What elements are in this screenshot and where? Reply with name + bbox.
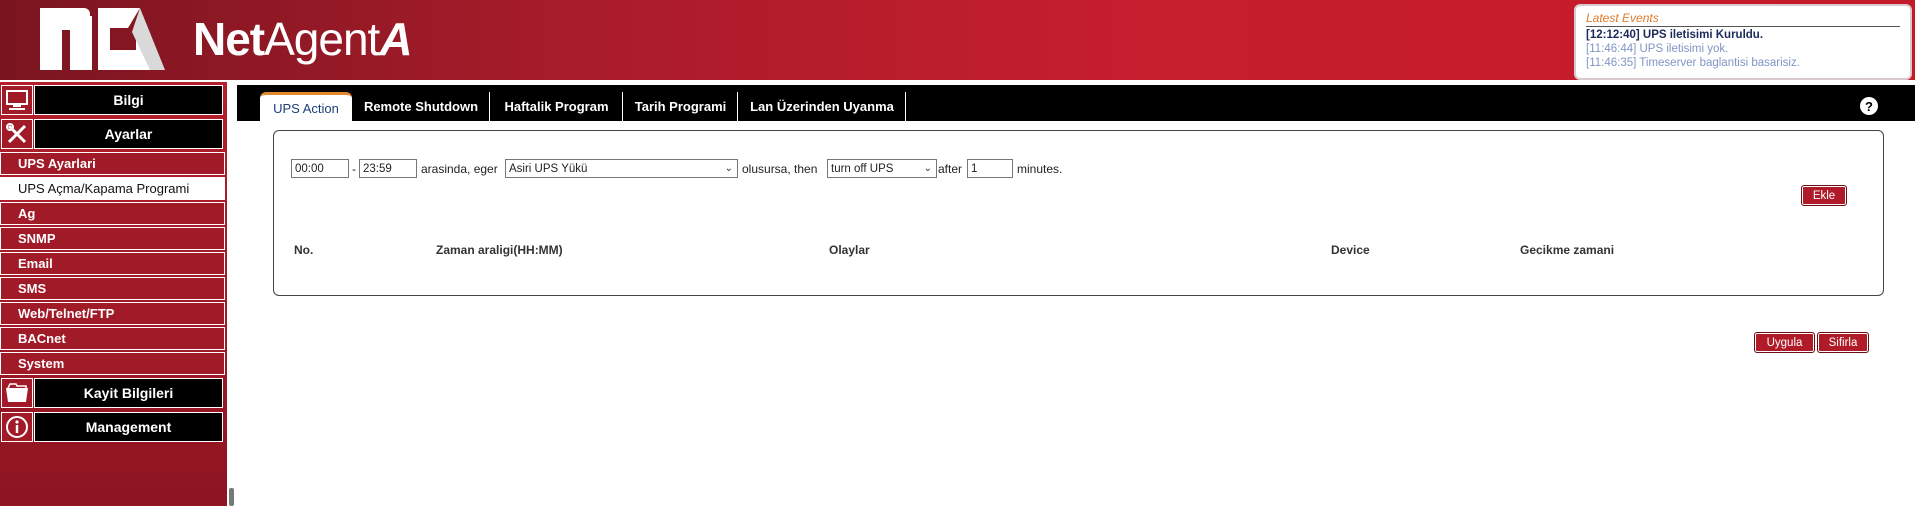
sidebar-head-management[interactable]: Management [0,411,225,443]
sidebar-item-ups-ayarlari[interactable]: UPS Ayarlari [0,152,225,175]
column-header-delay: Gecikme zamani [1520,243,1615,257]
tools-icon [1,119,33,149]
event-line: [11:46:35] Timeserver baglantisi basaris… [1586,57,1800,69]
event-select-value: Asiri UPS Yükü [509,162,588,175]
time-range-dash: - [352,162,356,176]
sidebar-item-bacnet[interactable]: BACnet [0,327,225,350]
after-label: after [938,162,963,176]
netagent-logo-icon [40,8,165,70]
sidebar-item-ups-acma-kapama[interactable]: UPS Açma/Kapama Programi [0,177,225,200]
column-header-no: No. [294,243,314,257]
apply-button[interactable]: Uygula [1754,332,1815,353]
reset-button[interactable]: Sifirla [1817,332,1869,353]
olusursa-label: olusursa, then [742,162,818,176]
folder-icon [1,378,33,408]
sidebar-scrollbar-track[interactable] [227,82,235,506]
tab-tarih-programi[interactable]: Tarih Programi [624,92,738,121]
sidebar-item-snmp[interactable]: SNMP [0,227,225,250]
sidebar-head-kayit[interactable]: Kayit Bilgileri [0,377,225,409]
start-time-input[interactable] [291,159,349,178]
help-icon[interactable]: ? [1860,97,1878,115]
sidebar-head-label: Bilgi [34,85,223,115]
event-line: [11:46:44] UPS iletisimi yok. [1586,43,1729,55]
tab-haftalik-program[interactable]: Haftalik Program [491,92,623,121]
arasinda-label: arasinda, eger [421,162,498,176]
sidebar-head-label: Management [34,412,223,442]
tab-lan-uzerinden-uyanma[interactable]: Lan Üzerinden Uyanma [739,92,906,121]
latest-events-panel: Latest Events [12:12:40] UPS iletisimi K… [1574,4,1912,80]
latest-events-title: Latest Events [1586,11,1900,27]
sidebar-head-label: Ayarlar [34,119,223,149]
sidebar-item-sms[interactable]: SMS [0,277,225,300]
top-header: NetAgentA Latest Events [12:12:40] UPS i… [0,0,1915,80]
minutes-label: minutes. [1017,162,1063,176]
sidebar-item-web-telnet-ftp[interactable]: Web/Telnet/FTP [0,302,225,325]
delay-input[interactable] [967,159,1013,178]
chevron-down-icon: ⌄ [923,163,932,174]
chevron-down-icon: ⌄ [724,163,733,174]
sidebar-item-email[interactable]: Email [0,252,225,275]
event-select[interactable]: Asiri UPS Yükü ⌄ [505,159,738,178]
sidebar-head-bilgi[interactable]: Bilgi [0,84,225,116]
event-line: [12:12:40] UPS iletisimi Kuruldu. [1586,29,1764,41]
column-header-time-range: Zaman araligi(HH:MM) [436,243,563,257]
sidebar-item-system[interactable]: System [0,352,225,375]
end-time-input[interactable] [359,159,417,178]
sidebar-scrollbar-thumb[interactable] [229,488,234,506]
action-select[interactable]: turn off UPS ⌄ [827,159,937,178]
tab-remote-shutdown[interactable]: Remote Shutdown [353,92,490,121]
sidebar-head-ayarlar[interactable]: Ayarlar [0,118,225,150]
brand-name: NetAgentA [193,13,413,65]
add-button[interactable]: Ekle [1801,185,1847,206]
info-icon [1,412,33,442]
ups-action-panel [273,130,1884,296]
sidebar: Bilgi Ayarlar UPS Ayarlari UPS Açma/Kapa… [0,82,228,506]
column-header-events: Olaylar [829,243,870,257]
computer-icon [1,85,33,115]
tab-ups-action[interactable]: UPS Action [260,92,352,121]
sidebar-head-label: Kayit Bilgileri [34,378,223,408]
column-header-device: Device [1331,243,1370,257]
action-select-value: turn off UPS [831,162,894,175]
sidebar-item-ag[interactable]: Ag [0,202,225,225]
